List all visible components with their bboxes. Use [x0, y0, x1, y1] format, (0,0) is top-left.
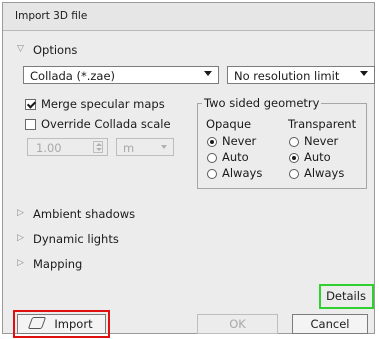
transparent-always-label: Always — [304, 166, 345, 180]
dynamic-lights-label: Dynamic lights — [33, 232, 119, 246]
scale-spinbox[interactable]: 1.00 — [27, 138, 108, 156]
ambient-shadows-label: Ambient shadows — [33, 207, 136, 221]
transparent-never-label: Never — [304, 134, 339, 148]
opaque-always-label: Always — [222, 166, 263, 180]
cancel-button[interactable]: Cancel — [292, 314, 368, 334]
resolution-select-value: No resolution limit — [234, 69, 340, 83]
options-section-header[interactable]: ▽ Options — [13, 41, 364, 61]
opaque-always-radio[interactable] — [207, 169, 217, 179]
scale-value: 1.00 — [36, 141, 62, 155]
scale-unit-select[interactable]: m — [116, 138, 174, 156]
merge-specular-checkbox[interactable] — [25, 99, 36, 110]
merge-specular-label: Merge specular maps — [41, 97, 165, 111]
chevron-right-icon: ▷ — [17, 233, 24, 243]
transparent-auto-radio[interactable] — [289, 153, 299, 163]
transparent-column-label: Transparent — [288, 117, 357, 131]
chevron-down-icon — [161, 145, 167, 149]
format-select-value: Collada (*.zae) — [30, 69, 116, 83]
opaque-never-radio[interactable] — [207, 137, 217, 147]
details-highlight — [319, 284, 374, 309]
override-scale-checkbox[interactable] — [25, 119, 36, 130]
mapping-label: Mapping — [33, 257, 83, 271]
import-highlight — [13, 310, 110, 338]
resolution-select[interactable]: No resolution limit — [227, 66, 375, 84]
opaque-auto-radio[interactable] — [207, 153, 217, 163]
import-3d-dialog: Import 3D file ▽ Options Collada (*.zae)… — [2, 2, 375, 338]
two-sided-geometry-group: Two sided geometry Opaque Transparent Ne… — [197, 96, 367, 189]
ok-button[interactable]: OK — [197, 314, 278, 334]
title-bar: Import 3D file — [3, 3, 374, 31]
chevron-down-icon — [360, 71, 368, 76]
override-scale-label: Override Collada scale — [41, 117, 171, 131]
chevron-down-icon: ▽ — [17, 44, 24, 54]
ambient-shadows-section-header[interactable]: ▷ Ambient shadows — [13, 205, 364, 225]
spin-arrows-icon[interactable] — [93, 141, 103, 153]
options-header-label: Options — [33, 43, 78, 57]
opaque-column-label: Opaque — [206, 117, 252, 131]
transparent-never-radio[interactable] — [289, 137, 299, 147]
chevron-down-icon — [204, 71, 212, 76]
opaque-auto-label: Auto — [222, 150, 249, 164]
scale-unit-value: m — [123, 141, 135, 155]
window-title: Import 3D file — [15, 10, 88, 22]
chevron-right-icon: ▷ — [17, 208, 24, 218]
mapping-section-header[interactable]: ▷ Mapping — [13, 255, 364, 275]
two-sided-geometry-title: Two sided geometry — [202, 96, 322, 110]
transparent-auto-label: Auto — [304, 150, 331, 164]
format-select[interactable]: Collada (*.zae) — [23, 66, 219, 84]
dynamic-lights-section-header[interactable]: ▷ Dynamic lights — [13, 230, 364, 250]
opaque-never-label: Never — [222, 134, 257, 148]
transparent-always-radio[interactable] — [289, 169, 299, 179]
chevron-right-icon: ▷ — [17, 258, 24, 268]
